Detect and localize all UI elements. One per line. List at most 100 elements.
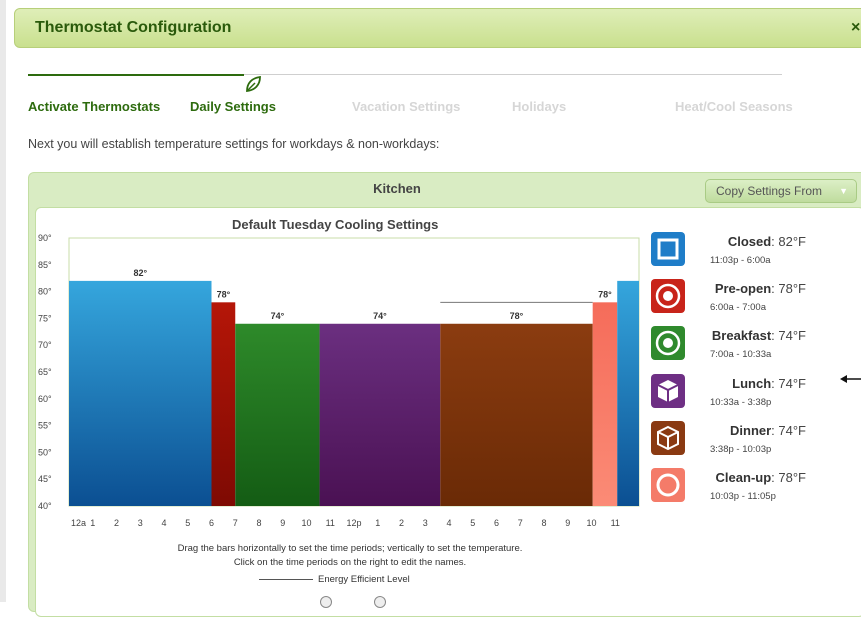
x-tick-label: 11 <box>326 518 335 528</box>
period-time-range[interactable]: 6:00a - 7:00a <box>710 302 810 313</box>
y-tick-label: 45° <box>38 474 52 484</box>
schedule-chart[interactable]: 90° 85° 80° 75° 70° 65° 60° 55° 50° 45° 40° 82° 78° 7… <box>30 232 640 532</box>
period-temp: : 74°F <box>771 328 806 343</box>
period-time-range[interactable]: 11:03p - 6:00a <box>710 255 810 266</box>
x-tick-label: 6 <box>494 518 499 528</box>
x-tick-label: 5 <box>470 518 475 528</box>
energy-level-legend-swatch <box>259 579 313 580</box>
period-name-0[interactable]: Closed: 82°F <box>700 234 806 249</box>
x-tick-label: 7 <box>233 518 238 528</box>
bar-breakfast[interactable] <box>235 323 320 506</box>
period-name-2[interactable]: Breakfast: 74°F <box>700 328 806 343</box>
period-label: Dinner <box>730 423 772 438</box>
dialog-title: Thermostat Configuration <box>35 19 232 36</box>
period-time-range[interactable]: 10:33a - 3:38p <box>710 397 810 408</box>
x-tick-label: 1 <box>90 518 95 528</box>
y-tick-label: 85° <box>38 260 52 270</box>
x-tick-label: 6 <box>209 518 214 528</box>
period-temp: : 78°F <box>771 281 806 296</box>
period-temp: : 78°F <box>771 470 806 485</box>
page-left-edge <box>0 0 6 602</box>
y-tick-label: 55° <box>38 421 52 431</box>
progress-remaining-line <box>244 74 782 75</box>
bar-closed[interactable] <box>617 280 639 506</box>
x-tick-label: 4 <box>161 518 166 528</box>
step-daily-settings[interactable]: Daily Settings <box>190 99 276 114</box>
radio-option-2[interactable] <box>374 596 386 608</box>
copy-settings-label: Copy Settings From <box>716 184 823 198</box>
step-heat-cool-seasons[interactable]: Heat/Cool Seasons <box>675 99 793 114</box>
period-label: Lunch <box>732 376 772 391</box>
x-tick-label: 2 <box>114 518 119 528</box>
instructions-line-2: Click on the time periods on the right t… <box>233 557 467 568</box>
y-tick-label: 60° <box>38 394 52 404</box>
bar-value-label: 74° <box>271 311 285 321</box>
x-tick-label: 8 <box>541 518 546 528</box>
x-tick-label: 4 <box>446 518 451 528</box>
chevron-down-icon: ▼ <box>839 186 848 196</box>
bar-clean-up[interactable] <box>592 302 618 506</box>
bar-dinner[interactable] <box>440 323 593 506</box>
close-icon[interactable]: × <box>851 19 860 37</box>
bar-value-label: 78° <box>217 289 231 299</box>
period-label: Pre-open <box>714 281 772 296</box>
radio-option-1[interactable] <box>320 596 332 608</box>
x-tick-label: 10 <box>586 518 596 528</box>
x-tick-label: 11 <box>611 518 620 528</box>
step-activate-thermostats[interactable]: Activate Thermostats <box>28 99 160 114</box>
y-tick-label: 65° <box>38 367 52 377</box>
x-tick-label: 3 <box>138 518 143 528</box>
chart-title: Default Tuesday Cooling Settings <box>232 217 439 232</box>
x-tick-label: 8 <box>256 518 261 528</box>
bar-pre-open[interactable] <box>211 302 236 506</box>
x-tick-label: 10 <box>301 518 311 528</box>
progress-completed-line <box>28 74 244 76</box>
period-name-5[interactable]: Clean-up: 78°F <box>700 470 806 485</box>
intro-text: Next you will establish temperature sett… <box>28 137 440 151</box>
period-label: Clean-up <box>715 470 772 485</box>
x-tick-label: 5 <box>185 518 190 528</box>
x-tick-label: 7 <box>518 518 523 528</box>
period-temp: : 74°F <box>771 376 806 391</box>
x-tick-label: 9 <box>280 518 285 528</box>
step-vacation-settings[interactable]: Vacation Settings <box>352 99 460 114</box>
period-label: Closed <box>727 234 772 249</box>
cube-outline-icon[interactable] <box>651 421 685 455</box>
dialog-header: Thermostat Configuration × <box>14 8 861 48</box>
bar-value-label: 78° <box>510 311 524 321</box>
y-tick-label: 75° <box>38 313 52 323</box>
period-time-range[interactable]: 7:00a - 10:33a <box>710 349 810 360</box>
x-tick-label: 12p <box>346 518 361 528</box>
x-tick-label: 12a <box>71 518 86 528</box>
bar-lunch[interactable] <box>319 323 441 506</box>
target-icon[interactable] <box>651 279 685 313</box>
bar-value-label: 82° <box>133 268 147 278</box>
period-time-range[interactable]: 10:03p - 11:05p <box>710 491 810 502</box>
square-icon[interactable] <box>651 232 685 266</box>
step-holidays[interactable]: Holidays <box>512 99 566 114</box>
leaf-progress-icon <box>246 75 261 93</box>
period-name-3[interactable]: Lunch: 74°F <box>700 376 806 391</box>
y-tick-label: 80° <box>38 287 52 297</box>
copy-settings-dropdown[interactable]: Copy Settings From ▼ <box>705 179 857 203</box>
x-tick-label: 1 <box>375 518 380 528</box>
instructions-line-1: Drag the bars horizontally to set the ti… <box>177 543 523 554</box>
y-tick-label: 90° <box>38 233 52 243</box>
bar-closed[interactable] <box>69 280 212 506</box>
cube-icon[interactable] <box>651 374 685 408</box>
period-temp: : 82°F <box>771 234 806 249</box>
y-tick-label: 70° <box>38 340 52 350</box>
circle-icon[interactable] <box>651 468 685 502</box>
bar-value-label: 74° <box>373 311 387 321</box>
zone-title: Kitchen <box>373 181 421 196</box>
energy-level-legend-label: Energy Efficient Level <box>318 574 410 585</box>
pointer-arrow-icon <box>840 375 861 383</box>
period-name-1[interactable]: Pre-open: 78°F <box>700 281 806 296</box>
target-icon[interactable] <box>651 326 685 360</box>
period-label: Breakfast <box>711 328 772 343</box>
period-time-range[interactable]: 3:38p - 10:03p <box>710 444 810 455</box>
bar-value-label: 78° <box>598 289 612 299</box>
x-tick-label: 3 <box>423 518 428 528</box>
x-tick-label: 9 <box>565 518 570 528</box>
period-name-4[interactable]: Dinner: 74°F <box>700 423 806 438</box>
